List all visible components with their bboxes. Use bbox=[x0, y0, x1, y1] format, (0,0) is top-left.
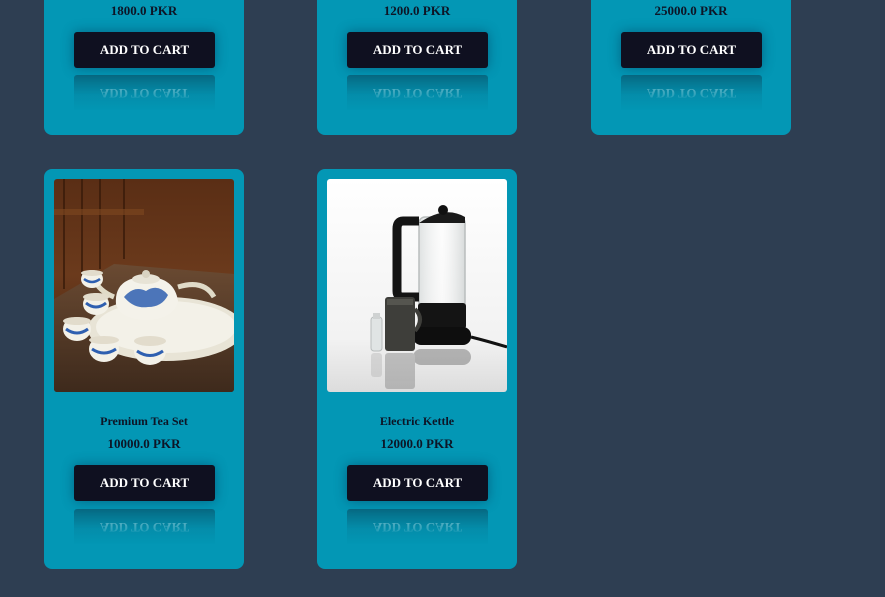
product-price: 12000.0 PKR bbox=[380, 436, 454, 451]
add-to-cart-reflection: ADD TO CART bbox=[74, 509, 215, 545]
product-price: 10000.0 PKR bbox=[107, 436, 181, 451]
add-to-cart-button[interactable]: ADD TO CART bbox=[74, 465, 215, 501]
product-card: 1800.0 PKR ADD TO CART ADD TO CART bbox=[44, 0, 244, 135]
product-grid-page: 1800.0 PKR ADD TO CART ADD TO CART 1200.… bbox=[0, 0, 885, 597]
add-to-cart-button[interactable]: ADD TO CART bbox=[621, 32, 762, 68]
product-image-tea-set[interactable] bbox=[54, 179, 234, 392]
product-price: 1200.0 PKR bbox=[383, 3, 451, 18]
product-name: Electric Kettle bbox=[379, 414, 455, 428]
add-to-cart-reflection: ADD TO CART bbox=[621, 75, 762, 111]
add-to-cart-reflection: ADD TO CART bbox=[347, 509, 488, 545]
product-card: 25000.0 PKR ADD TO CART ADD TO CART bbox=[591, 0, 791, 135]
add-to-cart-reflection: ADD TO CART bbox=[347, 75, 488, 111]
product-card: 1200.0 PKR ADD TO CART ADD TO CART bbox=[317, 0, 517, 135]
product-price: 25000.0 PKR bbox=[654, 3, 728, 18]
product-image-electric-kettle[interactable] bbox=[327, 179, 507, 392]
product-name: Premium Tea Set bbox=[100, 414, 188, 428]
add-to-cart-button[interactable]: ADD TO CART bbox=[347, 32, 488, 68]
product-card: Electric Kettle 12000.0 PKR ADD TO CART … bbox=[317, 169, 517, 569]
add-to-cart-button[interactable]: ADD TO CART bbox=[74, 32, 215, 68]
product-price: 1800.0 PKR bbox=[110, 3, 178, 18]
product-card: Premium Tea Set 10000.0 PKR ADD TO CART … bbox=[44, 169, 244, 569]
add-to-cart-reflection: ADD TO CART bbox=[74, 75, 215, 111]
add-to-cart-button[interactable]: ADD TO CART bbox=[347, 465, 488, 501]
